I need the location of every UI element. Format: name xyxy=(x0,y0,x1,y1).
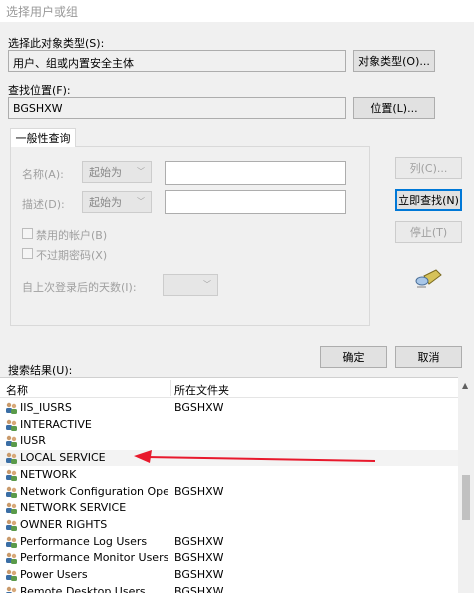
object-type-label: 选择此对象类型(S): xyxy=(8,37,105,50)
list-item[interactable]: IUSR xyxy=(0,433,458,449)
name-match-value: 起始为 xyxy=(89,166,122,179)
disabled-accounts-checkbox[interactable] xyxy=(22,228,33,239)
object-type-field: 用户、组或内置安全主体 xyxy=(8,50,346,72)
user-group-icon xyxy=(6,486,17,498)
results-header: 名称 所在文件夹 xyxy=(0,378,474,398)
location-field: BGSHXW xyxy=(8,97,346,119)
user-group-icon xyxy=(6,569,17,581)
item-folder: BGSHXW xyxy=(174,551,224,565)
chevron-down-icon: ﹀ xyxy=(203,280,211,289)
search-results-label: 搜索结果(U): xyxy=(8,364,73,377)
user-group-icon xyxy=(6,419,17,431)
item-name: OWNER RIGHTS xyxy=(20,517,108,531)
description-match-combo[interactable]: 起始为 ﹀ xyxy=(82,191,152,213)
column-header-name[interactable]: 名称 xyxy=(6,382,28,398)
name-input[interactable] xyxy=(165,161,346,185)
user-group-icon xyxy=(6,586,17,593)
user-group-icon xyxy=(6,502,17,515)
annotation-arrow-icon xyxy=(134,450,376,463)
name-match-combo[interactable]: 起始为 ﹀ xyxy=(82,161,152,183)
stop-button[interactable]: 停止(T) xyxy=(395,221,462,243)
search-flashlight-icon xyxy=(415,269,442,288)
search-results-list[interactable]: 名称 所在文件夹 IIS_IUSRS BGSHXW INTERACTIVE IUSR L… xyxy=(0,377,474,593)
scroll-thumb[interactable] xyxy=(462,475,470,520)
description-match-value: 起始为 xyxy=(89,196,122,209)
item-folder: BGSHXW xyxy=(174,401,224,414)
list-item[interactable]: Performance Log Users BGSHXW xyxy=(0,534,458,550)
chevron-down-icon: ﹀ xyxy=(137,197,145,206)
scroll-up-icon[interactable]: ▲ xyxy=(462,381,468,390)
list-item[interactable]: Remote Desktop Users BGSHXW xyxy=(0,584,458,593)
user-group-icon xyxy=(6,536,17,548)
list-item[interactable]: OWNER RIGHTS xyxy=(0,517,458,533)
name-label: 名称(A): xyxy=(22,168,64,181)
list-item[interactable]: IIS_IUSRS BGSHXW xyxy=(0,400,458,416)
non-expiring-password-label: 不过期密码(X) xyxy=(36,249,108,262)
cancel-button[interactable]: 取消 xyxy=(395,346,462,368)
results-scrollbar[interactable]: ▲ xyxy=(458,377,474,593)
window-title: 选择用户或组 xyxy=(6,5,79,19)
item-folder: BGSHXW xyxy=(174,534,224,548)
list-item[interactable]: Network Configuration Operat... BGSHXW xyxy=(0,484,458,500)
non-expiring-password-checkbox[interactable] xyxy=(22,248,33,259)
user-group-icon xyxy=(6,469,17,481)
user-group-icon xyxy=(6,553,17,565)
location-label: 查找位置(F): xyxy=(8,84,71,97)
locations-button[interactable]: 位置(L)... xyxy=(353,97,435,119)
item-name: IIS_IUSRS xyxy=(20,401,72,414)
chevron-down-icon: ﹀ xyxy=(137,167,145,176)
item-folder: BGSHXW xyxy=(174,584,224,593)
list-item[interactable]: NETWORK xyxy=(0,467,458,483)
columns-button[interactable]: 列(C)... xyxy=(395,157,462,179)
description-input[interactable] xyxy=(165,190,346,214)
item-name: Remote Desktop Users xyxy=(20,584,146,593)
item-name: Performance Log Users xyxy=(20,534,148,548)
item-folder: BGSHXW xyxy=(174,568,224,581)
item-name: NETWORK xyxy=(20,467,77,481)
item-name: IUSR xyxy=(20,434,46,448)
user-group-icon xyxy=(6,402,17,414)
user-group-icon xyxy=(6,519,17,531)
column-header-folder[interactable]: 所在文件夹 xyxy=(174,382,229,398)
find-now-button[interactable]: 立即查找(N) xyxy=(395,189,462,211)
item-folder: BGSHXW xyxy=(174,484,224,498)
item-name: NETWORK SERVICE xyxy=(20,501,127,515)
tab-general-query[interactable]: 一般性查询 xyxy=(10,128,76,147)
item-name: INTERACTIVE xyxy=(20,417,92,431)
user-group-icon xyxy=(6,452,17,465)
item-name: Performance Monitor Users xyxy=(20,551,168,565)
list-item[interactable]: NETWORK SERVICE xyxy=(0,500,458,516)
item-name: Power Users xyxy=(20,568,88,581)
item-name: Network Configuration Operat... xyxy=(20,484,168,498)
disabled-accounts-label: 禁用的帐户(B) xyxy=(36,229,108,242)
user-group-icon xyxy=(6,436,17,448)
days-since-logon-combo[interactable]: ﹀ xyxy=(163,274,218,296)
list-item[interactable]: INTERACTIVE xyxy=(0,417,458,433)
list-item[interactable]: Power Users BGSHXW xyxy=(0,567,458,583)
column-divider[interactable] xyxy=(170,380,171,396)
object-types-button[interactable]: 对象类型(O)... xyxy=(353,50,435,72)
days-since-logon-label: 自上次登录后的天数(I): xyxy=(22,281,137,294)
list-item[interactable]: Performance Monitor Users BGSHXW xyxy=(0,550,458,566)
title-bar: 选择用户或组 xyxy=(0,0,474,22)
ok-button[interactable]: 确定 xyxy=(320,346,387,368)
description-label: 描述(D): xyxy=(22,198,65,211)
